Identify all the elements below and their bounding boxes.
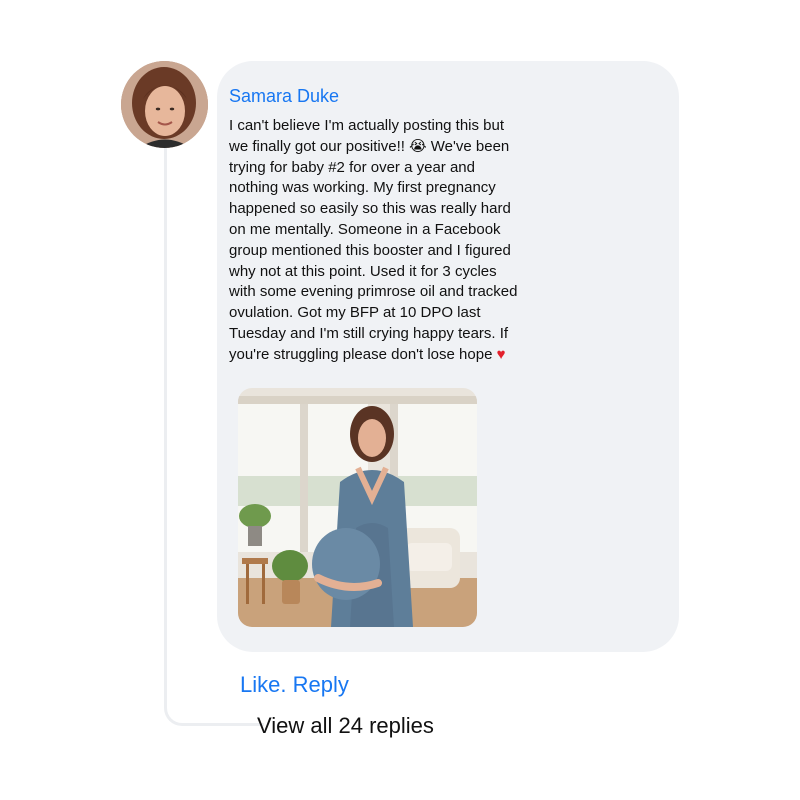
comment-line: we finally got our positive!! 😭 We've be… — [229, 137, 510, 155]
comment-line: on me mentally. Someone in a Facebook — [229, 220, 501, 238]
heart-emoji-icon: ♥ — [496, 345, 506, 363]
comment-line: nothing was working. My first pregnancy — [229, 179, 496, 197]
comment-attachment-photo[interactable] — [238, 388, 477, 627]
comment-bubble: Samara Duke I can't believe I'm actually… — [217, 61, 679, 652]
comment-actions: Like. Reply — [240, 671, 349, 699]
comment-line: happened so easily so this was really ha… — [229, 200, 511, 218]
like-link[interactable]: Like. — [240, 672, 286, 697]
view-all-replies-link[interactable]: View all 24 replies — [257, 712, 434, 740]
comment-author-name[interactable]: Samara Duke — [229, 85, 339, 107]
comment-line: I can't believe I'm actually posting thi… — [229, 117, 505, 134]
comment-line-last: you're struggling please don't lose hope… — [229, 345, 559, 366]
author-avatar[interactable] — [121, 61, 208, 148]
comment-line: group mentioned this booster and I figur… — [229, 241, 511, 259]
comment-line: trying for baby #2 for over a year and — [229, 158, 475, 176]
comment-text: I can't believe I'm actually posting thi… — [229, 116, 559, 366]
comment-line: Tuesday and I'm still crying happy tears… — [229, 324, 509, 342]
comment-line: why not at this point. Used it for 3 cyc… — [229, 262, 497, 280]
reply-link[interactable]: Reply — [293, 672, 349, 697]
comment-line: you're struggling please don't lose hope — [229, 345, 493, 363]
comment-line: with some evening primrose oil and track… — [229, 283, 518, 301]
comment-line: ovulation. Got my BFP at 10 DPO last — [229, 304, 481, 322]
